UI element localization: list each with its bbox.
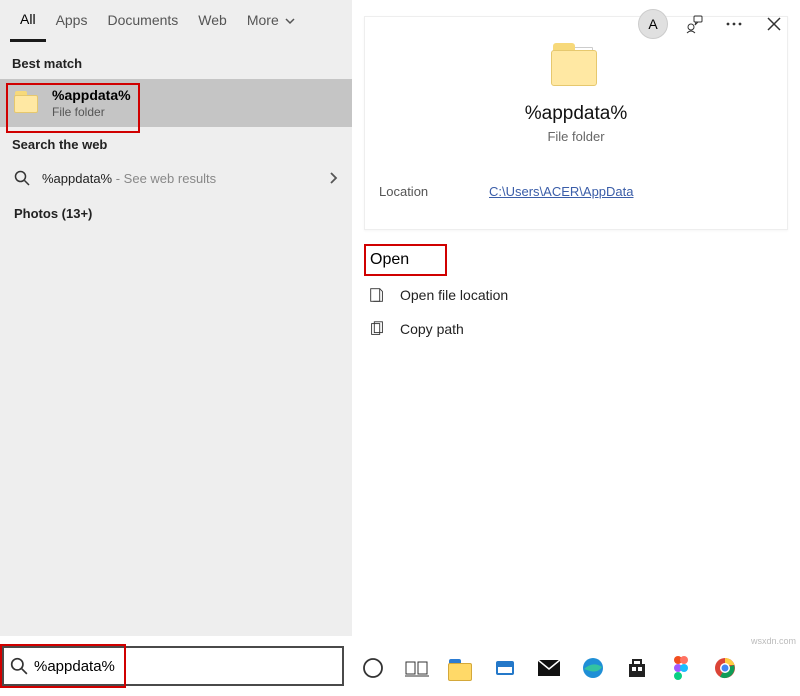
location-label: Location <box>379 184 489 199</box>
close-button[interactable] <box>756 6 792 42</box>
tab-documents[interactable]: Documents <box>97 6 188 40</box>
actions-list: Open Open file location Copy path <box>360 230 792 360</box>
taskbar-store[interactable] <box>622 653 652 683</box>
search-icon <box>14 170 30 186</box>
feedback-button[interactable] <box>676 6 712 42</box>
preview-title: %appdata% <box>375 103 777 125</box>
result-title: %appdata% <box>52 87 131 103</box>
section-best-match: Best match <box>0 46 352 79</box>
taskbar-cortana[interactable] <box>358 653 388 683</box>
search-icon <box>10 657 28 675</box>
taskbar <box>358 646 794 690</box>
action-open[interactable]: Open <box>364 244 447 276</box>
tab-web[interactable]: Web <box>188 6 237 40</box>
bottom-area <box>0 636 800 696</box>
action-copy-path[interactable]: Copy path <box>364 312 788 346</box>
taskbar-task-view[interactable] <box>402 653 432 683</box>
preview-card: %appdata% File folder Location C:\Users\… <box>364 16 788 230</box>
circle-icon <box>362 657 384 679</box>
folder-icon <box>12 90 40 116</box>
folder-icon-large <box>549 43 603 89</box>
ellipsis-icon <box>725 15 743 33</box>
taskbar-mail[interactable] <box>534 653 564 683</box>
left-panel: All Apps Documents Web More Best match %… <box>0 0 352 636</box>
file-location-icon <box>368 286 386 304</box>
store-icon <box>626 657 648 679</box>
chevron-down-icon <box>285 16 295 26</box>
mail-icon <box>537 659 561 677</box>
task-view-icon <box>405 658 429 678</box>
chrome-icon <box>714 657 736 679</box>
close-icon <box>766 16 782 32</box>
section-photos[interactable]: Photos (13+) <box>0 196 352 231</box>
action-open-file-location[interactable]: Open file location <box>364 278 788 312</box>
chevron-right-icon <box>328 171 338 185</box>
best-match-result[interactable]: %appdata% File folder <box>0 79 352 127</box>
action-open-label: Open <box>370 251 409 269</box>
tabs-row: All Apps Documents Web More <box>0 0 352 46</box>
result-subtitle: File folder <box>52 105 131 119</box>
tab-more[interactable]: More <box>237 6 305 40</box>
web-result[interactable]: %appdata% - See web results <box>0 160 352 196</box>
taskbar-edge[interactable] <box>578 653 608 683</box>
search-input[interactable] <box>34 658 336 675</box>
more-options-button[interactable] <box>716 6 752 42</box>
taskbar-figma[interactable] <box>666 653 696 683</box>
tab-apps[interactable]: Apps <box>46 6 98 40</box>
watermark: wsxdn.com <box>751 636 796 646</box>
user-avatar[interactable]: A <box>638 9 668 39</box>
location-link[interactable]: C:\Users\ACER\AppData <box>489 184 634 199</box>
tray-icon <box>494 657 516 679</box>
action-open-file-location-label: Open file location <box>400 287 508 303</box>
tab-more-label: More <box>247 12 279 28</box>
taskbar-chrome[interactable] <box>710 653 740 683</box>
tab-all[interactable]: All <box>10 5 46 42</box>
person-feedback-icon <box>684 14 704 34</box>
copy-icon <box>368 320 386 338</box>
edge-icon <box>582 657 604 679</box>
action-copy-path-label: Copy path <box>400 321 464 337</box>
right-panel: %appdata% File folder Location C:\Users\… <box>352 0 800 636</box>
taskbar-app-downloads[interactable] <box>490 653 520 683</box>
web-result-text: %appdata% - See web results <box>42 171 328 186</box>
search-window: All Apps Documents Web More Best match %… <box>0 0 800 636</box>
preview-subtitle: File folder <box>375 129 777 144</box>
taskbar-file-explorer[interactable] <box>446 653 476 683</box>
section-search-web: Search the web <box>0 127 352 160</box>
figma-icon <box>673 656 689 680</box>
search-bar[interactable] <box>2 646 344 686</box>
